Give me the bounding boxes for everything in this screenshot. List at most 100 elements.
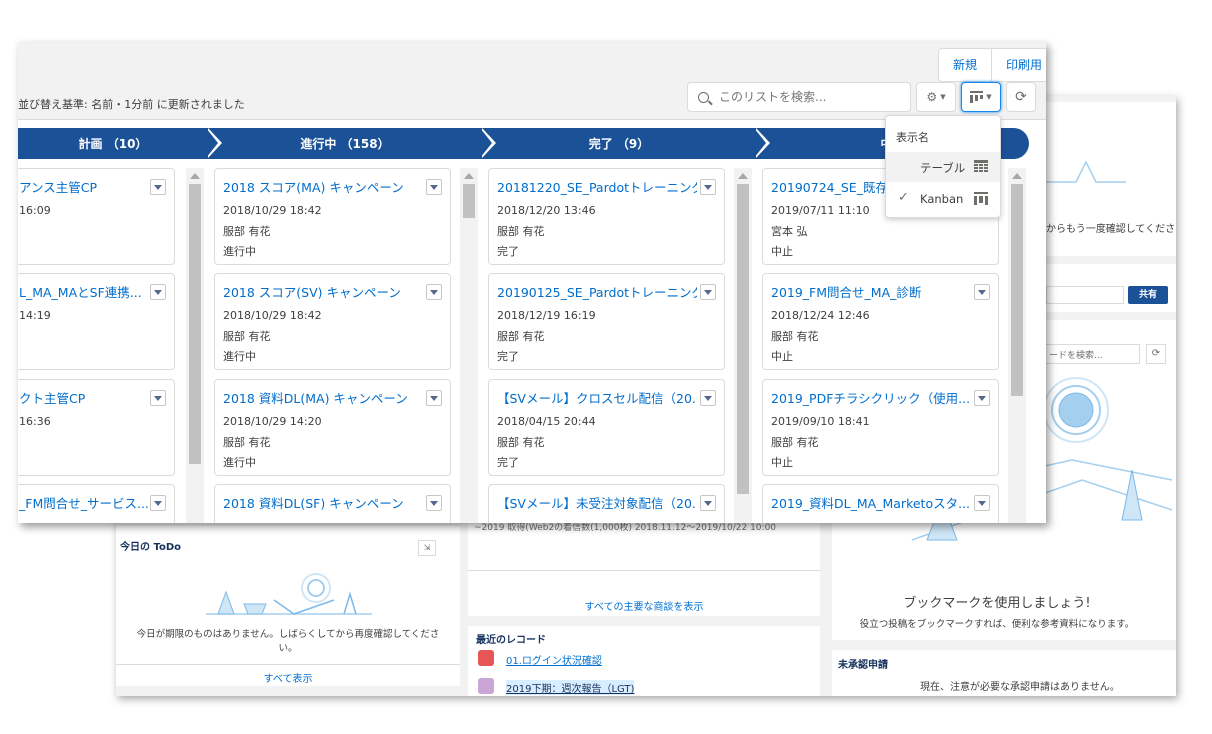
new-button[interactable]: 新規 — [939, 49, 993, 81]
card-menu-button[interactable] — [150, 390, 166, 406]
todo-panel: 今日の ToDo ⇲ 今日が期限のものはありません。しばらくしてから再度確認して… — [116, 526, 460, 686]
todo-empty-text: 今日が期限のものはありません。しばらくしてから再度確認してくださ い。 — [136, 629, 440, 654]
card-menu-button[interactable] — [426, 179, 442, 195]
card-menu-button[interactable] — [150, 284, 166, 300]
recent-records-panel: 最近のレコード 01.ログイン状況確認 2019下期：週次報告（LGT) — [468, 626, 820, 696]
list-header: 並び替え基準: 名前・1分前 に更新されました 新規 印刷用 ⚙▼ ▼ ⟳ — [18, 42, 1046, 120]
card-menu-button[interactable] — [700, 179, 716, 195]
menu-title: 表示名 — [896, 131, 929, 144]
card-menu-button[interactable] — [974, 495, 990, 511]
list-settings-button[interactable]: ⚙ ▼ — [916, 82, 956, 112]
print-button[interactable]: 印刷用 — [992, 49, 1046, 81]
kanban-column: 2018 スコア(MA) キャンペーン 2018/10/29 18:42 服部 有花… — [214, 168, 454, 523]
display-as-menu: 表示名 テーブル ✓ Kanban — [885, 115, 1001, 218]
search-icon — [698, 91, 709, 103]
card-menu-button[interactable] — [974, 284, 990, 300]
scroll-thumb[interactable] — [463, 184, 475, 218]
scroll-thumb[interactable] — [1011, 184, 1023, 396]
bookmark-desc: 役立つ投稿をブックマークすれば、便利な参考資料になります。 — [859, 619, 1135, 630]
stage-in-progress: 進行中 （158） — [208, 128, 482, 159]
kanban-column: 20190724_SE_既存 2019/07/11 11:10 宮本 弘中止 201… — [762, 168, 1002, 523]
kanban-card[interactable]: 【SVメール】未受注対象配信（20... — [488, 484, 725, 523]
todo-title: 今日の ToDo — [120, 542, 182, 553]
bookmark-title: ブックマークを使用しましょう! — [903, 596, 1091, 611]
kanban-card[interactable]: 2018 スコア(SV) キャンペーン 2018/10/29 18:42 服部 有花… — [214, 273, 451, 370]
kanban-column: アンス主管CP 16:09 L_MA_MAとSF連携... 14:19 クト主管CP… — [18, 168, 178, 523]
kanban-icon — [970, 91, 984, 103]
checkmark-icon: ✓ — [898, 190, 909, 205]
menu-item-table[interactable]: テーブル — [886, 152, 1000, 182]
right-top-panel: からもう一度確認してくださ — [1046, 102, 1176, 256]
scroll-thumb[interactable] — [189, 184, 201, 464]
gear-icon: ⚙ — [926, 90, 938, 104]
card-menu-button[interactable] — [700, 284, 716, 300]
kanban-card[interactable]: 【SVメール】クロスセル配信（20... 2018/04/15 20:44 服部 有… — [488, 379, 725, 476]
kanban-card[interactable]: 2018 スコア(MA) キャンペーン 2018/10/29 18:42 服部 有花… — [214, 168, 451, 265]
chevron-down-icon: ▼ — [940, 93, 946, 101]
card-menu-button[interactable] — [426, 284, 442, 300]
todo-expand-button[interactable]: ⇲ — [418, 540, 436, 556]
todo-illustration-icon — [206, 573, 372, 615]
card-menu-button[interactable] — [426, 495, 442, 511]
recent-item-icon — [478, 650, 494, 666]
refresh-button[interactable]: ⟳ — [1006, 82, 1036, 112]
empty-illustration-icon — [1046, 160, 1126, 183]
right-partial-text: からもう一度確認してくださ — [1046, 224, 1176, 235]
approval-panel: 未承認申請 現在、注意が必要な承認申請はありません。 — [832, 650, 1176, 696]
kanban-card[interactable]: 2019_資料DL_MA_Marketoスタ... — [762, 484, 999, 523]
deals-panel: ~2019 取得(Web2の着信数(1,000枚) 2018.11.12～201… — [468, 516, 820, 616]
record-search-input[interactable]: ードを検索... — [1044, 344, 1140, 364]
scroll-up-arrow[interactable] — [190, 173, 200, 179]
card-menu-button[interactable] — [974, 390, 990, 406]
kanban-card[interactable]: 2018 資料DL(SF) キャンペーン — [214, 484, 451, 523]
card-menu-button[interactable] — [700, 390, 716, 406]
display-as-button[interactable]: ▼ — [961, 82, 1001, 112]
todo-show-all-link[interactable]: すべて表示 — [116, 670, 460, 685]
card-menu-button[interactable] — [150, 495, 166, 511]
share-input[interactable] — [1046, 286, 1124, 304]
kanban-card[interactable]: 20181220_SE_Pardotトレーニング 2018/12/20 13:46… — [488, 168, 725, 265]
all-deals-link[interactable]: すべての主要な商談を表示 — [468, 598, 820, 613]
column-scrollbar[interactable] — [734, 168, 752, 523]
column-scrollbar[interactable] — [1008, 168, 1026, 523]
sort-info-text: 並び替え基準: 名前・1分前 に更新されました — [18, 98, 245, 111]
scroll-up-arrow[interactable] — [1012, 173, 1022, 179]
menu-item-kanban[interactable]: ✓ Kanban — [886, 184, 1000, 214]
kanban-card[interactable]: アンス主管CP 16:09 — [18, 168, 175, 265]
kanban-icon — [974, 192, 988, 205]
kanban-card[interactable]: 20190125_SE_Pardotトレーニング 2018/12/19 16:19… — [488, 273, 725, 370]
list-search-box[interactable] — [687, 82, 911, 112]
kanban-card[interactable]: L_MA_MAとSF連携... 14:19 — [18, 273, 175, 370]
approval-title: 未承認申請 — [838, 660, 888, 671]
kanban-column: 20181220_SE_Pardotトレーニング 2018/12/20 13:46… — [488, 168, 728, 523]
table-icon — [974, 160, 988, 172]
stage-completed: 完了 （9） — [482, 128, 756, 159]
scroll-thumb[interactable] — [737, 184, 749, 494]
scroll-up-arrow[interactable] — [738, 173, 748, 179]
stage-path: 計画 （10） 進行中 （158） 完了 （9） 中止 — [18, 128, 1029, 159]
list-search-input[interactable] — [719, 90, 899, 104]
card-menu-button[interactable] — [150, 179, 166, 195]
approval-desc: 現在、注意が必要な承認申請はありません。 — [920, 682, 1120, 693]
share-panel: 共有 — [1046, 264, 1176, 312]
scroll-up-arrow[interactable] — [464, 173, 474, 179]
stage-planning: 計画 （10） — [18, 128, 208, 159]
share-button[interactable]: 共有 — [1128, 286, 1168, 304]
recent-item-link[interactable]: 01.ログイン状況確認 — [506, 652, 602, 667]
recent-records-title: 最近のレコード — [476, 635, 546, 646]
column-scrollbar[interactable] — [186, 168, 204, 523]
kanban-card[interactable]: _FM問合せ_サービス... — [18, 484, 175, 523]
recent-item-icon — [478, 678, 494, 694]
kanban-card[interactable]: 2018 資料DL(MA) キャンペーン 2018/10/29 14:20 服部 有… — [214, 379, 451, 476]
chevron-down-icon: ▼ — [986, 93, 992, 101]
card-menu-button[interactable] — [426, 390, 442, 406]
card-menu-button[interactable] — [700, 495, 716, 511]
recent-item-link[interactable]: 2019下期：週次報告（LGT) — [506, 680, 635, 695]
refresh-small-button[interactable]: ⟳ — [1146, 344, 1166, 364]
kanban-card[interactable]: 2019_FM問合せ_MA_診断 2018/12/24 12:46 服部 有花 中止 — [762, 273, 999, 370]
kanban-card[interactable]: 2019_PDFチラシクリック（使用... 2019/09/10 18:41 服部 … — [762, 379, 999, 476]
column-scrollbar[interactable] — [460, 168, 478, 523]
action-button-group: 新規 印刷用 — [938, 48, 1046, 82]
kanban-card[interactable]: クト主管CP 16:36 — [18, 379, 175, 476]
refresh-icon: ⟳ — [1015, 89, 1027, 105]
